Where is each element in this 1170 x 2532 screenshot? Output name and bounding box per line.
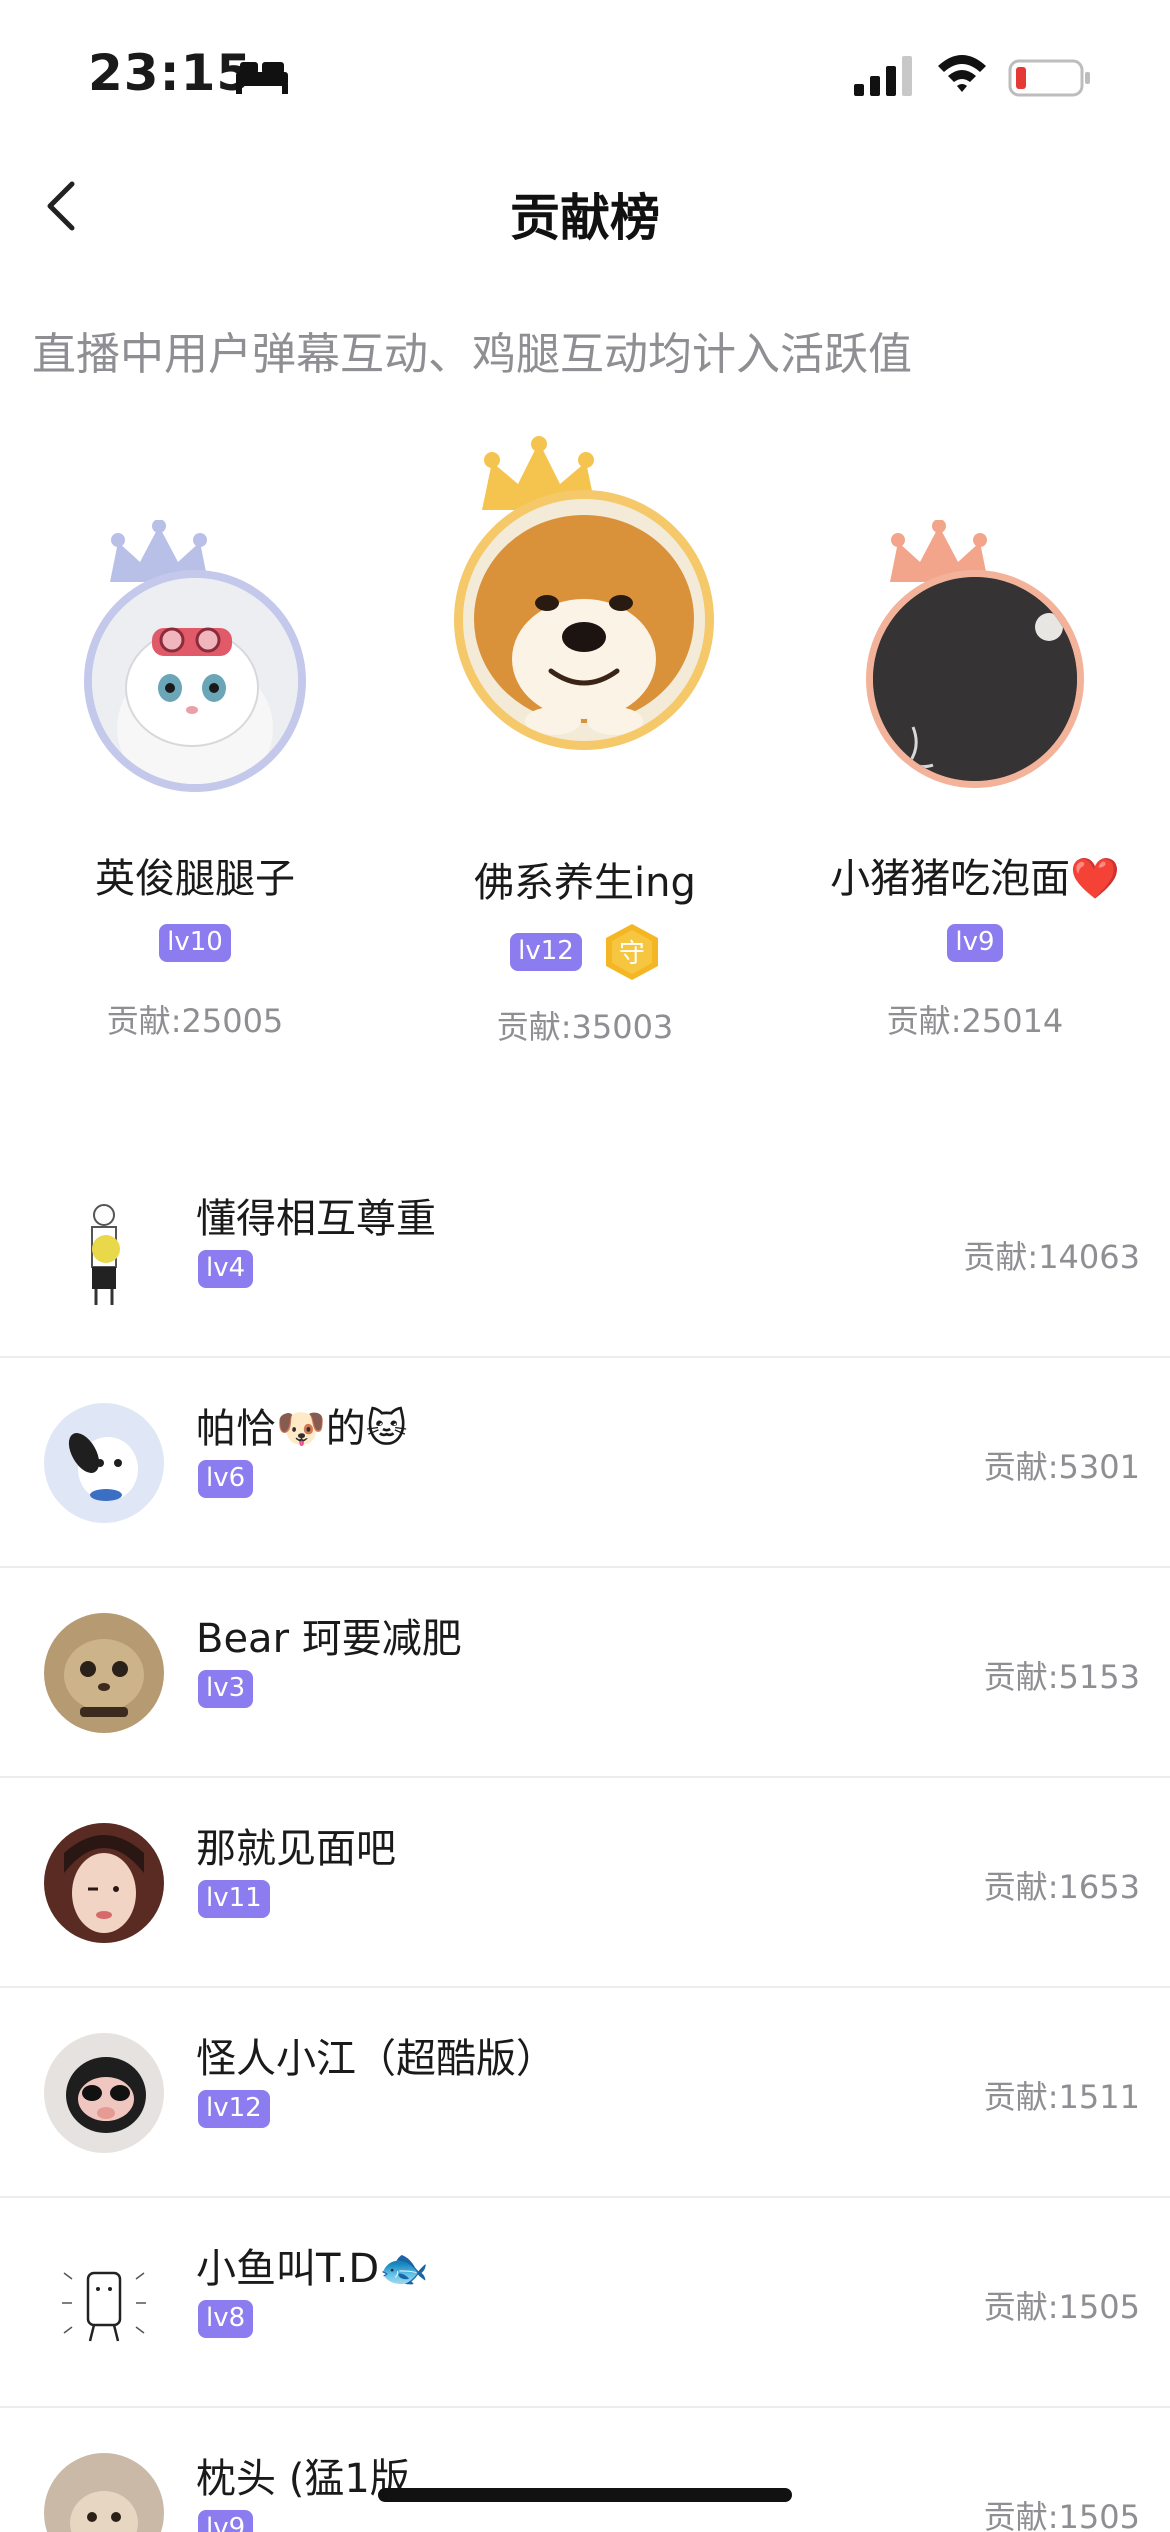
cellular-signal-icon bbox=[854, 56, 912, 96]
avatar bbox=[84, 570, 306, 792]
shiba-avatar-image bbox=[463, 499, 705, 741]
podium-badges: lv10 bbox=[0, 924, 390, 962]
avatar bbox=[44, 2033, 164, 2153]
level-badge: lv12 bbox=[198, 2090, 270, 2128]
avatar bbox=[44, 2453, 164, 2532]
user-name: 怪人小江（超酷版） bbox=[196, 2036, 556, 2082]
user-name: 帕恰🐶的🐱 bbox=[196, 1406, 408, 1452]
user-name: 懂得相互尊重 bbox=[196, 1196, 436, 1242]
sketch-avatar-image bbox=[44, 1193, 164, 1313]
sleep-mode-icon bbox=[236, 62, 288, 94]
podium-name: 佛系养生ing bbox=[474, 860, 696, 906]
podium-name: 英俊腿腿子 bbox=[95, 856, 295, 902]
contribution-score: 贡献:1505 bbox=[983, 2498, 1140, 2532]
home-indicator bbox=[378, 2488, 792, 2502]
avatar bbox=[454, 490, 714, 750]
pet-photo-avatar-image bbox=[44, 2453, 164, 2532]
avatar bbox=[44, 1403, 164, 1523]
contribution-score: 贡献:1505 bbox=[983, 2288, 1140, 2326]
podium-rank-3[interactable]: 小猪猪吃泡面❤️ lv9 贡献:25014 bbox=[780, 520, 1170, 1060]
person-photo-avatar-image bbox=[44, 1823, 164, 1943]
cat-photo-avatar-image bbox=[44, 1613, 164, 1733]
podium-badges: lv12 守 bbox=[390, 922, 780, 982]
list-item[interactable]: 那就见面吧 lv11 贡献:1653 bbox=[0, 1778, 1170, 1988]
podium-score: 贡献:25014 bbox=[886, 1002, 1064, 1040]
level-badge: lv9 bbox=[198, 2510, 254, 2532]
podium-name: 小猪猪吃泡面❤️ bbox=[830, 856, 1120, 902]
contribution-score: 贡献:1653 bbox=[983, 1868, 1140, 1906]
level-badge: lv3 bbox=[198, 1670, 254, 1708]
level-badge: lv8 bbox=[198, 2300, 254, 2338]
avatar bbox=[44, 1193, 164, 1313]
list-item[interactable]: 枕头 (猛1版 lv9 贡献:1505 bbox=[0, 2408, 1170, 2532]
guard-badge: 守 bbox=[604, 922, 660, 982]
list-item[interactable]: 帕恰🐶的🐱 lv6 贡献:5301 bbox=[0, 1358, 1170, 1568]
guard-label: 守 bbox=[618, 939, 645, 969]
podium-score: 贡献:35003 bbox=[496, 1008, 674, 1046]
contribution-score: 贡献:5153 bbox=[983, 1658, 1140, 1696]
podium-badges: lv9 bbox=[780, 924, 1170, 962]
contribution-score: 贡献:14063 bbox=[963, 1238, 1140, 1276]
pig-cartoon-avatar-image bbox=[44, 2033, 164, 2153]
status-time: 23:15 bbox=[88, 44, 253, 102]
contribution-score: 贡献:1511 bbox=[983, 2078, 1140, 2116]
nav-bar: 贡献榜 bbox=[0, 150, 1170, 260]
user-name: Bear 珂要减肥 bbox=[196, 1616, 462, 1662]
page-title: 贡献榜 bbox=[510, 189, 660, 247]
dark-avatar-image bbox=[873, 577, 1077, 781]
level-badge: lv6 bbox=[198, 1460, 254, 1498]
level-badge: lv11 bbox=[198, 1880, 270, 1918]
status-bar: 23:15 bbox=[0, 0, 1170, 150]
level-badge: lv10 bbox=[159, 924, 231, 962]
list-item[interactable]: 怪人小江（超酷版） lv12 贡献:1511 bbox=[0, 1988, 1170, 2198]
level-badge: lv12 bbox=[510, 933, 582, 971]
wifi-icon bbox=[938, 55, 986, 92]
list-item[interactable]: 小鱼叫T.D🐟 lv8 贡献:1505 bbox=[0, 2198, 1170, 2408]
avatar bbox=[44, 1823, 164, 1943]
level-badge: lv9 bbox=[947, 924, 1003, 962]
battery-icon bbox=[1008, 59, 1090, 97]
avatar bbox=[44, 1613, 164, 1733]
ranking-list: 懂得相互尊重 lv4 贡献:14063 帕恰🐶的🐱 lv6 贡献:5301 Be… bbox=[0, 1148, 1170, 2532]
rule-description: 直播中用户弹幕互动、鸡腿互动均计入活跃值 bbox=[32, 329, 912, 380]
pochacco-avatar-image bbox=[44, 1403, 164, 1523]
level-badge: lv4 bbox=[198, 1250, 254, 1288]
list-item[interactable]: 懂得相互尊重 lv4 贡献:14063 bbox=[0, 1148, 1170, 1358]
podium-rank-2[interactable]: 英俊腿腿子 lv10 贡献:25005 bbox=[0, 520, 390, 1060]
avatar bbox=[866, 570, 1084, 788]
user-name: 那就见面吧 bbox=[196, 1826, 396, 1872]
contribution-score: 贡献:5301 bbox=[983, 1448, 1140, 1486]
user-name: 小鱼叫T.D🐟 bbox=[196, 2246, 430, 2292]
podium-rank-1[interactable]: 佛系养生ing lv12 守 贡献:35003 bbox=[390, 436, 780, 1056]
list-item[interactable]: Bear 珂要减肥 lv3 贡献:5153 bbox=[0, 1568, 1170, 1778]
podium-score: 贡献:25005 bbox=[106, 1002, 284, 1040]
avatar bbox=[44, 2243, 164, 2363]
doodle-avatar-image bbox=[44, 2243, 164, 2363]
cat-avatar-image bbox=[92, 578, 298, 784]
